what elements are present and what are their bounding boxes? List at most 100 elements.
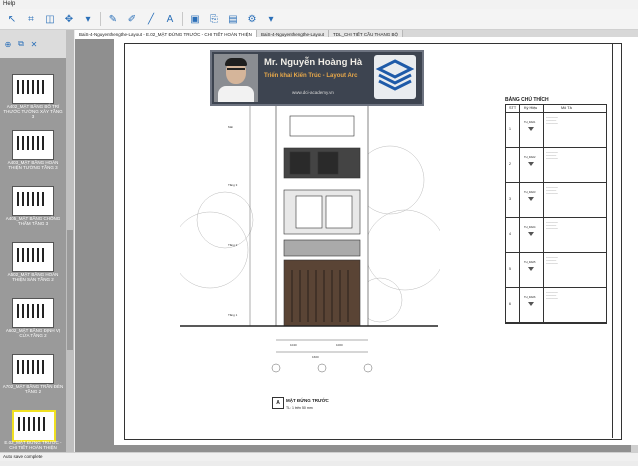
academy-logo bbox=[374, 55, 416, 99]
legend-title: BẢNG CHÚ THÍCH bbox=[505, 97, 549, 103]
thumbnail-image bbox=[12, 242, 54, 272]
stack-logo-icon bbox=[375, 59, 415, 91]
legend-row-code: TH_DA02 bbox=[524, 156, 536, 159]
legend-row-description: ─────── ────── ─────── bbox=[546, 151, 558, 160]
legend-row-description: ─────── ────── ─────── bbox=[546, 291, 558, 300]
add-page-icon[interactable]: ⊕ bbox=[3, 37, 13, 51]
instructor-website: www.dci-academy.vn bbox=[292, 90, 334, 95]
settings-icon[interactable]: ⚙ bbox=[245, 12, 259, 26]
legend-row-description: ─────── ────── ─────── bbox=[546, 221, 558, 230]
dimension-text: 1040 bbox=[290, 343, 297, 347]
eraser-icon[interactable]: ✥ bbox=[62, 12, 76, 26]
pages-scrollbar[interactable] bbox=[66, 30, 74, 452]
title-block bbox=[612, 43, 621, 438]
building-facade bbox=[275, 103, 369, 327]
menu-help[interactable]: Help bbox=[3, 1, 15, 7]
legend-table: STT Ký Hiệu Mô Tả 1 TH_DA01 ─────── ────── ─… bbox=[505, 104, 607, 324]
legend-symbol-icon bbox=[528, 197, 534, 201]
legend-header-stt: STT bbox=[509, 106, 517, 110]
level-label: Tầng 2 bbox=[228, 243, 238, 247]
legend-row: 2 TH_DA02 ─────── ────── ─────── bbox=[506, 148, 606, 183]
thumbnail-image bbox=[12, 298, 54, 328]
line-icon[interactable]: ▾ bbox=[81, 12, 95, 26]
delete-page-icon[interactable]: ✕ bbox=[29, 37, 39, 51]
legend-header-code: Ký Hiệu bbox=[524, 106, 538, 110]
chevron-down-icon[interactable]: ▾ bbox=[264, 12, 278, 26]
separator bbox=[182, 12, 183, 26]
page-thumbnail[interactable]: A402_MẶT BẰNG BỐ TRÍ THƯỚC TƯỜNG XÂY TẦN… bbox=[2, 74, 64, 130]
legend-symbol-icon bbox=[528, 267, 534, 271]
legend-row-number: 3 bbox=[509, 197, 511, 201]
page-thumbnail[interactable]: A403_MẶT BẰNG HOÀN THIỆN TƯỜNG TẦNG 3 bbox=[2, 130, 64, 186]
legend: BẢNG CHÚ THÍCH bbox=[505, 97, 611, 103]
legend-symbol-icon bbox=[528, 127, 534, 131]
dimension-text: 1000 bbox=[336, 343, 343, 347]
legend-row-description: ─────── ────── ─────── bbox=[546, 116, 558, 125]
legend-row: 1 TH_DA01 ─────── ────── ─────── bbox=[506, 113, 606, 148]
legend-row-number: 2 bbox=[509, 162, 511, 166]
level-label: Tầng 3 bbox=[228, 183, 238, 187]
legend-row-description: ─────── ────── ─────── bbox=[546, 186, 558, 195]
snapshot-icon[interactable]: ◫ bbox=[43, 12, 57, 26]
caption-title: MẶT ĐỨNG TRƯỚC bbox=[286, 398, 329, 403]
separator bbox=[100, 12, 101, 26]
legend-row: 4 TH_DA04 ─────── ────── ─────── bbox=[506, 218, 606, 253]
legend-row-number: 6 bbox=[509, 302, 511, 306]
pages-panel-header: ⊕ ⧉ ✕ bbox=[0, 30, 74, 58]
instructor-name: Mr. Nguyễn Hoàng Hà bbox=[264, 57, 363, 68]
pages-scroll-thumb[interactable] bbox=[67, 230, 73, 350]
thumbnail-image bbox=[12, 74, 54, 104]
caption-scale: TL: 1 trên 50 mm bbox=[286, 406, 313, 410]
brush-icon[interactable]: ╱ bbox=[144, 12, 158, 26]
thumbnail-caption: A403_MẶT BẰNG HOÀN THIỆN TƯỜNG TẦNG 3 bbox=[7, 160, 59, 170]
toolbar: ↖ ⌗ ◫ ✥ ▾ ✎ ✐ ╱ A ▣ ⎘ ▤ ⚙ ▾ bbox=[0, 9, 638, 30]
pdf-icon[interactable]: ▤ bbox=[226, 12, 240, 26]
legend-symbol-icon bbox=[528, 302, 534, 306]
legend-row-number: 5 bbox=[509, 267, 511, 271]
legend-row: 6 TH_DA06 ─────── ────── ─────── bbox=[506, 288, 606, 323]
legend-row-code: TH_DA01 bbox=[524, 121, 536, 124]
page-thumbnail[interactable]: A702_MẶT BẰNG TRẦN ĐÈN TẦNG 2 bbox=[2, 354, 64, 410]
thumbnail-caption: A402_MẶT BẰNG BỐ TRÍ THƯỚC TƯỜNG XÂY TẦN… bbox=[3, 104, 63, 119]
page-icon[interactable]: ▣ bbox=[188, 12, 202, 26]
instructor-subtitle: Triển khai Kiến Trúc - Layout Arc bbox=[264, 73, 358, 79]
level-label: Tầng 1 bbox=[228, 313, 238, 317]
thumbnail-caption: A502_MẶT BẰNG HOÀN THIỆN SÀN TẦNG 2 bbox=[7, 272, 59, 282]
legend-row-number: 4 bbox=[509, 232, 511, 236]
page-thumbnail[interactable]: A602_MẶT BẰNG ĐỊNH VỊ CỬA TẦNG 2 bbox=[2, 298, 64, 354]
legend-row-number: 1 bbox=[509, 127, 511, 131]
legend-header: STT Ký Hiệu Mô Tả bbox=[506, 105, 606, 113]
legend-symbol-icon bbox=[528, 232, 534, 236]
legend-header-desc: Mô Tả bbox=[561, 106, 572, 110]
instructor-photo bbox=[214, 54, 258, 102]
export-icon[interactable]: ⎘ bbox=[207, 12, 221, 26]
legend-row-code: TH_DA04 bbox=[524, 226, 536, 229]
thumbnail-image bbox=[12, 410, 56, 442]
legend-row-code: TH_DA05 bbox=[524, 261, 536, 264]
page-thumbnail-list: A402_MẶT BẰNG BỐ TRÍ THƯỚC TƯỜNG XÂY TẦN… bbox=[2, 74, 64, 466]
thumbnail-caption: A602_MẶT BẰNG ĐỊNH VỊ CỬA TẦNG 2 bbox=[5, 328, 61, 338]
page-thumbnail[interactable]: A405_MẶT BẰNG CHỐNG THẤM TẦNG 3 bbox=[2, 186, 64, 242]
menu-bar: Help bbox=[0, 0, 638, 9]
thumbnail-image bbox=[12, 354, 54, 384]
page-thumbnail[interactable]: A502_MẶT BẰNG HOÀN THIỆN SÀN TẦNG 2 bbox=[2, 242, 64, 298]
thumbnail-image bbox=[12, 130, 54, 160]
crop-icon[interactable]: ⌗ bbox=[24, 12, 38, 26]
duplicate-page-icon[interactable]: ⧉ bbox=[16, 37, 26, 51]
pen-icon[interactable]: ✎ bbox=[106, 12, 120, 26]
text-icon[interactable]: A bbox=[163, 12, 177, 26]
legend-row-code: TH_DA03 bbox=[524, 191, 536, 194]
legend-row: 3 TH_DA03 ─────── ────── ─────── bbox=[506, 183, 606, 218]
level-label: Mái bbox=[228, 125, 233, 129]
legend-row-description: ─────── ────── ─────── bbox=[546, 256, 558, 265]
drawing-caption: A MẶT ĐỨNG TRƯỚC TL: 1 trên 50 mm bbox=[272, 397, 362, 415]
thumbnail-caption: A405_MẶT BẰNG CHỐNG THẤM TẦNG 3 bbox=[5, 216, 61, 226]
pages-panel: ⊕ ⧉ ✕ A402_MẶT BẰNG BỐ TRÍ THƯỚC TƯỜNG X… bbox=[0, 30, 74, 452]
thumbnail-caption: E.02_MẶT ĐỨNG TRƯỚC - CHI TIẾT HOÀN THIỆ… bbox=[4, 440, 62, 450]
cursor-icon[interactable]: ↖ bbox=[5, 12, 19, 26]
legend-row-code: TH_DA06 bbox=[524, 296, 536, 299]
legend-row: 5 TH_DA05 ─────── ────── ─────── bbox=[506, 253, 606, 288]
pen-alt-icon[interactable]: ✐ bbox=[125, 12, 139, 26]
instructor-overlay: Mr. Nguyễn Hoàng Hà Triển khai Kiến Trúc… bbox=[210, 50, 424, 106]
dimension-text: 1600 bbox=[312, 355, 319, 359]
